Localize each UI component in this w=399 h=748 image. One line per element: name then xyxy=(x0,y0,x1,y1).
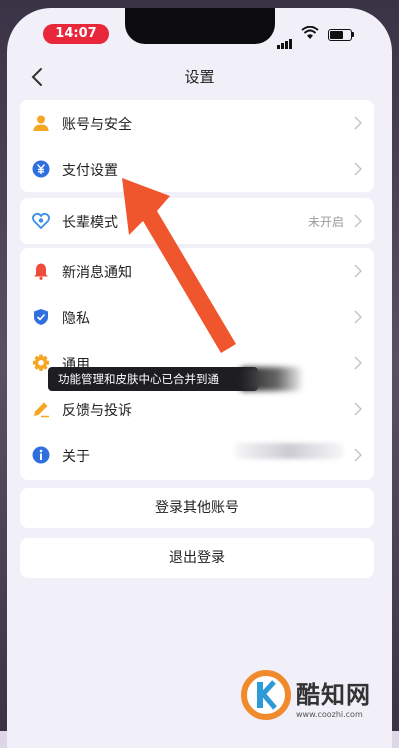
settings-item-elder-mode[interactable]: 长辈模式 未开启 xyxy=(20,198,374,244)
chevron-right-icon xyxy=(354,116,362,130)
settings-item-label: 支付设置 xyxy=(62,163,118,179)
settings-item-label: 隐私 xyxy=(62,311,90,327)
signal-icon xyxy=(277,30,293,49)
settings-item-label: 长辈模式 xyxy=(62,215,118,231)
chevron-right-icon xyxy=(354,264,362,278)
settings-group-elder: 长辈模式 未开启 xyxy=(20,198,374,244)
tooltip-blur-edge xyxy=(240,367,302,391)
settings-item-privacy[interactable]: 隐私 xyxy=(20,294,374,340)
logout-button[interactable]: 退出登录 xyxy=(20,538,374,578)
settings-item-label: 反馈与投诉 xyxy=(62,403,132,419)
settings-item-account-security[interactable]: 账号与安全 xyxy=(20,100,374,146)
info-icon xyxy=(32,446,50,464)
settings-item-notifications[interactable]: 新消息通知 xyxy=(20,248,374,294)
chevron-right-icon xyxy=(354,356,362,370)
person-icon xyxy=(33,115,49,131)
settings-group-account: 账号与安全 支付设置 xyxy=(20,100,374,192)
chevron-right-icon xyxy=(354,402,362,416)
pencil-icon xyxy=(34,402,49,418)
bell-icon xyxy=(34,263,48,280)
chevron-right-icon xyxy=(354,214,362,228)
settings-item-label: 新消息通知 xyxy=(62,265,132,281)
merge-tooltip: 功能管理和皮肤中心已合并到通 xyxy=(48,367,258,391)
battery-icon xyxy=(328,29,352,41)
yuan-icon xyxy=(32,160,50,178)
elder-mode-status: 未开启 xyxy=(307,215,344,229)
shield-icon xyxy=(34,309,48,325)
switch-account-button[interactable]: 登录其他账号 xyxy=(20,488,374,528)
settings-item-label: 关于 xyxy=(62,449,90,465)
page-title: 设置 xyxy=(184,68,215,86)
nav-bar: 设置 xyxy=(7,58,392,94)
status-time: 14:07 xyxy=(43,24,109,44)
watermark-brand: 酷知网 xyxy=(296,681,371,709)
chevron-right-icon xyxy=(354,162,362,176)
settings-item-feedback[interactable]: 反馈与投诉 xyxy=(20,386,374,432)
camera-notch xyxy=(125,8,275,44)
heart-icon xyxy=(32,212,50,230)
chevron-right-icon xyxy=(354,448,362,462)
wifi-icon xyxy=(301,26,319,39)
status-bar: 14:07 xyxy=(7,8,392,52)
watermark-url: www.coozhi.com xyxy=(296,710,363,719)
chevron-right-icon xyxy=(354,310,362,324)
settings-item-label: 账号与安全 xyxy=(62,117,132,133)
battery-cap xyxy=(352,32,354,37)
blurred-version-info xyxy=(234,443,344,459)
settings-item-payment[interactable]: 支付设置 xyxy=(20,146,374,192)
